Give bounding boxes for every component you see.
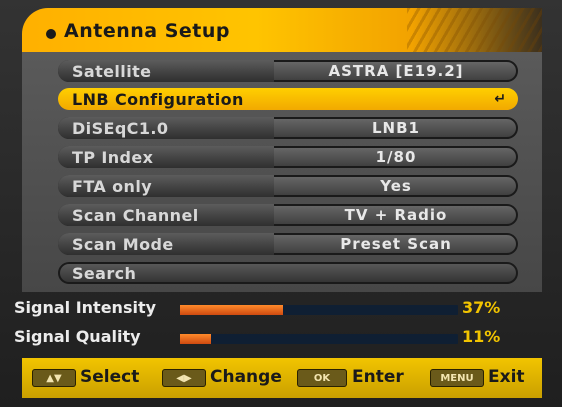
menu-item-scan-channel[interactable]: Scan Channel TV + Radio <box>58 204 518 226</box>
menu-item-value: Yes <box>380 177 412 195</box>
menu-item-search[interactable]: Search <box>58 262 518 284</box>
menu-item-label: TP Index <box>72 148 154 167</box>
up-down-keys-icon: ▲▼ <box>32 369 76 387</box>
signal-intensity-percent: 37% <box>462 298 501 317</box>
menu-item-lnb-configuration[interactable]: LNB Configuration ↵ <box>58 88 518 110</box>
signal-quality-bar <box>180 334 458 344</box>
menu-item-label: Search <box>72 264 137 283</box>
menu-item-fta-only[interactable]: FTA only Yes <box>58 175 518 197</box>
menu-item-value: Preset Scan <box>340 235 452 253</box>
menu-item-label: LNB Configuration <box>72 90 244 109</box>
footer-select-label: Select <box>80 367 140 387</box>
ok-key-icon: OK <box>297 369 347 387</box>
menu-item-value: 1/80 <box>375 148 417 166</box>
menu-item-label: Scan Channel <box>72 206 199 225</box>
menu-item-label: DiSEqC1.0 <box>72 119 169 138</box>
bullet-icon <box>46 29 56 39</box>
stb-screen: Antenna Setup Satellite ASTRA [E19.2] LN… <box>0 0 562 407</box>
menu-item-value: LNB1 <box>372 119 420 137</box>
return-enter-icon: ↵ <box>494 91 506 107</box>
header-stripes <box>407 8 542 54</box>
header-bar: Antenna Setup <box>22 8 542 54</box>
menu-item-tp-index[interactable]: TP Index 1/80 <box>58 146 518 168</box>
menu-item-label: FTA only <box>72 177 153 196</box>
signal-quality-fill <box>180 334 211 344</box>
footer-key-hints: ▲▼ Select ◀▶ Change OK Enter MENU Exit <box>22 358 542 398</box>
menu-item-satellite[interactable]: Satellite ASTRA [E19.2] <box>58 60 518 82</box>
signal-quality-label: Signal Quality <box>14 327 141 346</box>
menu-panel: Satellite ASTRA [E19.2] LNB Configuratio… <box>22 52 542 292</box>
signal-intensity-label: Signal Intensity <box>14 298 157 317</box>
left-right-keys-icon: ◀▶ <box>162 369 206 387</box>
footer-enter-label: Enter <box>352 367 404 387</box>
menu-item-label: Satellite <box>72 62 152 81</box>
footer-exit-label: Exit <box>488 367 525 387</box>
page-title: Antenna Setup <box>64 20 230 42</box>
menu-item-label: Scan Mode <box>72 235 174 254</box>
menu-item-scan-mode[interactable]: Scan Mode Preset Scan <box>58 233 518 255</box>
footer-change-label: Change <box>210 367 282 387</box>
signal-intensity-bar <box>180 305 458 315</box>
menu-key-icon: MENU <box>430 369 484 387</box>
signal-intensity-fill <box>180 305 283 315</box>
menu-item-value: ASTRA [E19.2] <box>328 62 464 80</box>
menu-item-diseqc[interactable]: DiSEqC1.0 LNB1 <box>58 117 518 139</box>
menu-item-value: TV + Radio <box>344 206 448 224</box>
signal-quality-percent: 11% <box>462 327 501 346</box>
